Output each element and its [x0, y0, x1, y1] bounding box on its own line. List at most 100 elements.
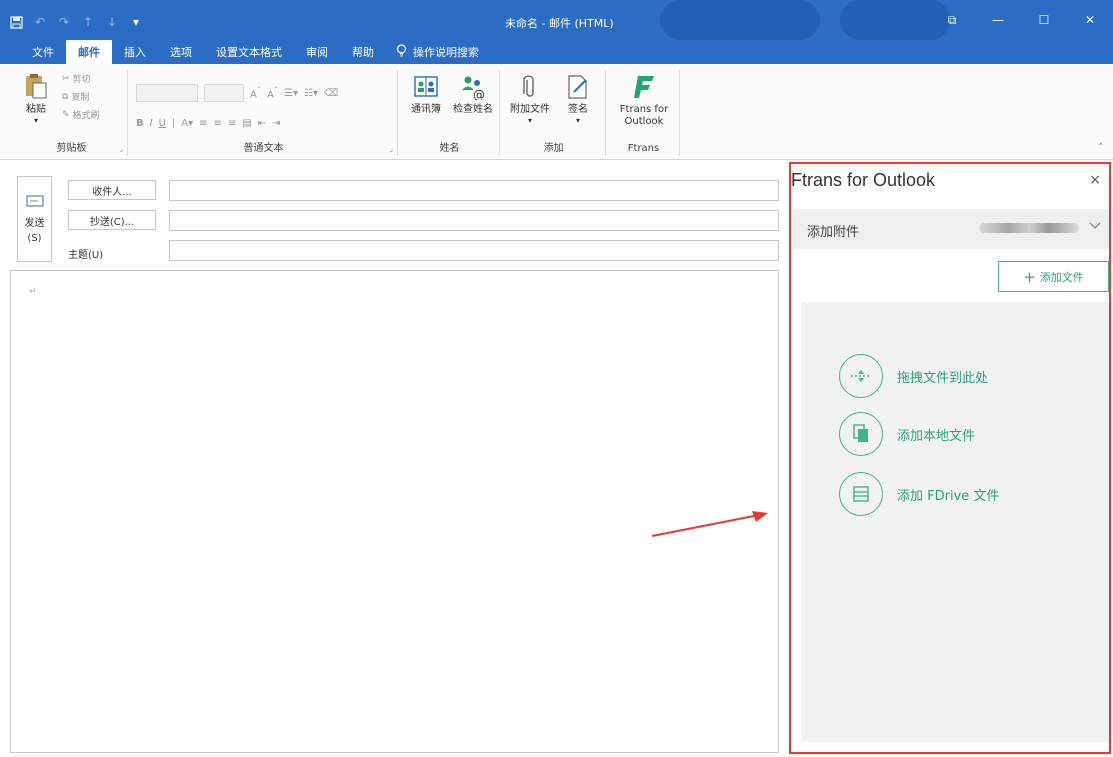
save-icon[interactable]	[6, 12, 26, 32]
signature-button[interactable]: 签名 ▾	[558, 74, 598, 126]
align-center-icon[interactable]: ≡	[214, 118, 222, 129]
title-bar-decoration	[660, 0, 820, 40]
pane-close-button[interactable]: ×	[1089, 172, 1101, 188]
tell-me-search[interactable]: 操作说明搜索	[386, 40, 479, 64]
clipboard-group-label: 剪贴板	[56, 143, 87, 154]
to-field[interactable]	[169, 180, 779, 201]
justify-icon[interactable]: ▤	[242, 118, 251, 129]
local-file-icon	[839, 412, 883, 456]
cc-button[interactable]: 抄送(C)...	[68, 210, 156, 230]
customize-qat-icon[interactable]: ▾	[126, 12, 146, 32]
ftrans-button-label-line1: Ftrans for	[619, 104, 669, 115]
dialog-launcher-icon[interactable]: ⌟	[389, 144, 393, 153]
minimize-button[interactable]: —	[975, 8, 1021, 32]
include-group-label: 添加	[543, 143, 564, 154]
svg-text:@: @	[473, 88, 485, 100]
tab-message[interactable]: 邮件	[66, 40, 112, 64]
redo-icon[interactable]: ↷	[54, 12, 74, 32]
chevron-down-icon[interactable]	[1089, 219, 1101, 233]
bullets-icon[interactable]: ☰▾	[284, 88, 298, 99]
fdrive-option[interactable]: 添加 FDrive 文件	[839, 472, 999, 516]
shrink-font-icon[interactable]: Aˇ	[267, 85, 278, 100]
to-button[interactable]: 收件人...	[68, 180, 156, 200]
lightbulb-icon	[396, 44, 407, 60]
address-book-button[interactable]: 通讯簿	[404, 74, 448, 116]
send-shortcut: (S)	[27, 232, 42, 244]
font-color-icon[interactable]: A▾	[181, 118, 193, 129]
paste-button[interactable]: 粘贴 ▾	[22, 72, 50, 126]
close-button[interactable]: ✕	[1067, 8, 1113, 32]
align-right-icon[interactable]: ≡	[228, 118, 236, 129]
underline-icon[interactable]: U	[159, 118, 166, 129]
cut-button[interactable]: ✂ 剪切	[62, 72, 91, 86]
ribbon: 粘贴 ▾ ✂ 剪切 ⧉ 复制 ✎ 格式刷 剪贴板 ⌟ Aˆ Aˇ ☰▾ ☷▾ ⌫	[0, 64, 1113, 160]
italic-icon[interactable]: I	[150, 118, 153, 129]
increase-indent-icon[interactable]: ⇥	[272, 118, 280, 129]
up-arrow-icon[interactable]: ↑	[78, 12, 98, 32]
send-label: 发送	[24, 217, 45, 229]
grow-font-icon[interactable]: Aˆ	[250, 85, 261, 100]
plus-icon: +	[1023, 267, 1036, 286]
signature-label: 签名	[568, 104, 588, 115]
tab-review[interactable]: 审阅	[294, 40, 340, 64]
signature-dropdown-icon: ▾	[575, 116, 580, 125]
tab-format-text[interactable]: 设置文本格式	[204, 40, 294, 64]
clipboard-group: 粘贴 ▾ ✂ 剪切 ⧉ 复制 ✎ 格式刷 剪贴板 ⌟	[16, 70, 128, 156]
down-arrow-icon[interactable]: ↓	[102, 12, 122, 32]
cut-label: 剪切	[72, 75, 91, 85]
copy-button[interactable]: ⧉ 复制	[62, 90, 90, 104]
send-button[interactable]: 发送 (S)	[17, 176, 52, 262]
ftrans-for-outlook-button[interactable]: Ftrans for Outlook	[612, 74, 676, 128]
drag-drop-label: 拖拽文件到此处	[897, 370, 989, 386]
fdrive-label: 添加 FDrive 文件	[897, 488, 1000, 504]
copy-icon: ⧉	[62, 91, 69, 102]
drop-zone[interactable]: 拖拽文件到此处 添加本地文件 添加 FDrive 文件	[801, 302, 1109, 742]
tab-file[interactable]: 文件	[20, 40, 66, 64]
title-bar: ↶ ↷ ↑ ↓ ▾ 未命名 - 邮件 (HTML) ⧉ — ☐ ✕	[0, 0, 1113, 40]
basic-text-group: Aˆ Aˇ ☰▾ ☷▾ ⌫ B I U | A▾ ≡ ≡ ≡ ▤ ⇤ ⇥ 普通文…	[130, 70, 398, 156]
names-group: 通讯簿 @ 检查姓名 姓名	[400, 70, 500, 156]
subject-field[interactable]	[169, 240, 779, 261]
add-file-button[interactable]: + 添加文件	[998, 261, 1109, 292]
highlight-icon[interactable]: |	[172, 118, 175, 129]
tell-me-label: 操作说明搜索	[413, 46, 479, 59]
numbering-icon[interactable]: ☷▾	[304, 88, 318, 99]
tab-options[interactable]: 选项	[158, 40, 204, 64]
ribbon-display-options-button[interactable]: ⧉	[929, 8, 975, 32]
undo-icon[interactable]: ↶	[30, 12, 50, 32]
window-title: 未命名 - 邮件 (HTML)	[505, 17, 614, 30]
drag-drop-icon	[839, 354, 883, 398]
ftrans-group-label: Ftrans	[627, 143, 660, 154]
dialog-launcher-icon[interactable]: ⌟	[119, 144, 123, 153]
cc-field[interactable]	[169, 210, 779, 231]
font-size-combo[interactable]	[204, 84, 244, 102]
align-left-icon[interactable]: ≡	[199, 118, 207, 129]
format-painter-button[interactable]: ✎ 格式刷	[62, 108, 100, 122]
drag-drop-option[interactable]: 拖拽文件到此处	[839, 354, 988, 398]
local-file-option[interactable]: 添加本地文件	[839, 412, 975, 456]
check-names-icon: @	[459, 74, 487, 104]
annotation-arrow	[651, 511, 768, 537]
local-file-label: 添加本地文件	[897, 428, 976, 444]
address-book-label: 通讯簿	[411, 104, 441, 115]
tab-insert[interactable]: 插入	[112, 40, 158, 64]
ftrans-button-label-line2: Outlook	[624, 116, 664, 127]
tab-help[interactable]: 帮助	[340, 40, 386, 64]
attach-dropdown-icon: ▾	[527, 116, 532, 125]
copy-label: 复制	[71, 93, 90, 103]
attach-file-label: 附加文件	[510, 104, 550, 115]
clipboard-icon	[24, 72, 48, 104]
names-group-label: 姓名	[439, 143, 460, 154]
collapse-ribbon-icon[interactable]: ⌃	[1097, 142, 1105, 153]
font-name-combo[interactable]	[136, 84, 198, 102]
clear-format-icon[interactable]: ⌫	[324, 88, 338, 99]
paste-dropdown-icon: ▾	[33, 116, 38, 125]
decrease-indent-icon[interactable]: ⇤	[258, 118, 266, 129]
maximize-button[interactable]: ☐	[1021, 8, 1067, 32]
check-names-button[interactable]: @ 检查姓名	[450, 74, 496, 116]
ftrans-group: Ftrans for Outlook Ftrans	[608, 70, 680, 156]
attach-file-button[interactable]: 附加文件 ▾	[506, 74, 554, 126]
bold-icon[interactable]: B	[136, 118, 144, 129]
account-selector[interactable]	[979, 223, 1079, 233]
ftrans-pane: Ftrans for Outlook × 添加附件 + 添加文件 拖拽文件到此处…	[789, 162, 1111, 754]
